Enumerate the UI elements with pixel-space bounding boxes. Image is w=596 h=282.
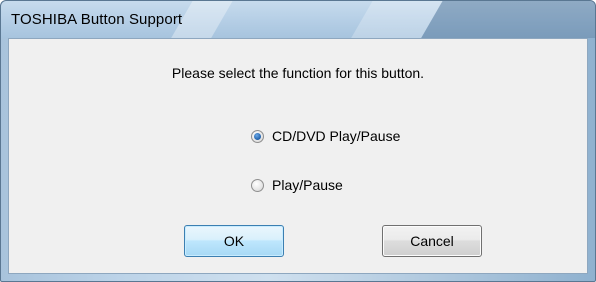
cancel-button[interactable]: Cancel bbox=[382, 225, 482, 257]
dialog-window: TOSHIBA Button Support Please select the… bbox=[0, 0, 596, 282]
dialog-content: Please select the function for this butt… bbox=[8, 38, 588, 274]
option-cd-dvd-play-pause[interactable]: CD/DVD Play/Pause bbox=[251, 128, 400, 144]
radio-button-selected[interactable] bbox=[251, 129, 264, 143]
title-bar[interactable]: TOSHIBA Button Support bbox=[1, 1, 595, 38]
option-play-pause[interactable]: Play/Pause bbox=[251, 177, 343, 193]
window-title: TOSHIBA Button Support bbox=[11, 11, 183, 28]
radio-button-unselected[interactable] bbox=[251, 178, 264, 192]
prompt-text: Please select the function for this butt… bbox=[171, 65, 425, 81]
title-bar-glass-shade bbox=[413, 1, 595, 38]
ok-button[interactable]: OK bbox=[184, 225, 284, 257]
option-label: CD/DVD Play/Pause bbox=[272, 128, 401, 144]
option-label: Play/Pause bbox=[272, 177, 343, 193]
